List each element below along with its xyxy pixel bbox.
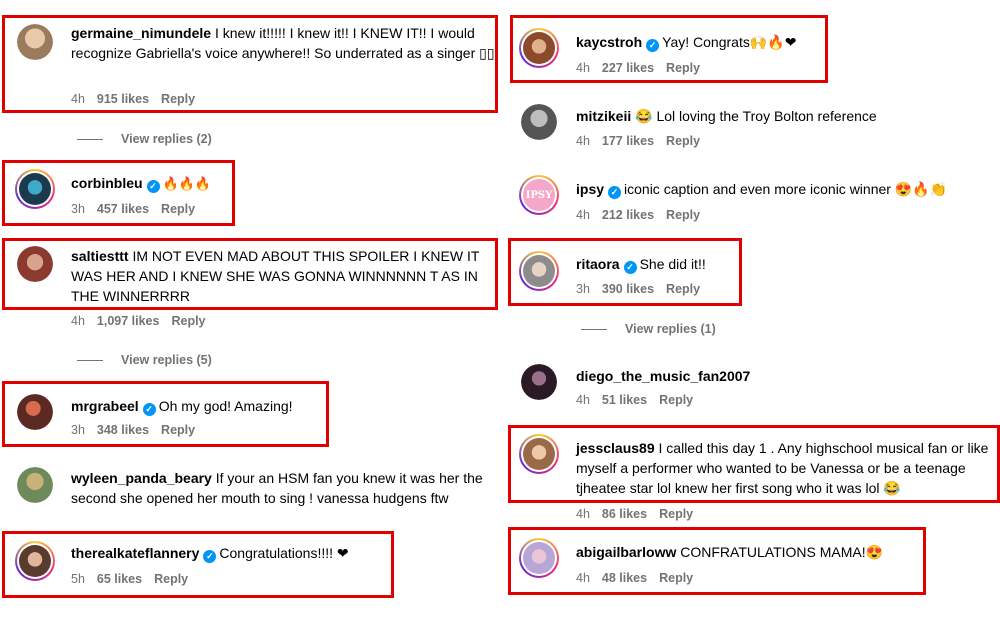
likes-count[interactable]: 65 likes [97,572,142,586]
username[interactable]: mitzikeii [576,108,631,124]
username[interactable]: ipsy [576,181,604,197]
timestamp[interactable]: 3h [576,282,590,296]
username[interactable]: corbinbleu [71,175,143,191]
verified-badge-icon: ✓ [203,550,217,563]
reply-button[interactable]: Reply [666,208,700,222]
comment-text: She did it!! [639,256,706,272]
comment-text: iconic caption and even more iconic winn… [624,181,948,197]
timestamp[interactable]: 4h [576,208,590,222]
comment-text: Oh my god! Amazing! [158,398,293,414]
timestamp[interactable]: 4h [576,134,590,148]
avatar[interactable]: IPSY [519,175,559,215]
view-replies-button[interactable]: View replies (5) [77,353,212,367]
avatar[interactable] [519,251,559,291]
view-replies-button[interactable]: View replies (1) [581,322,716,336]
verified-badge-icon: ✓ [142,403,156,416]
likes-count[interactable]: 390 likes [602,282,654,296]
likes-count[interactable]: 51 likes [602,393,647,407]
likes-count[interactable]: 212 likes [602,208,654,222]
reply-button[interactable]: Reply [161,202,195,216]
comment-text: IM NOT EVEN MAD ABOUT THIS SPOILER I KNE… [71,248,480,304]
username[interactable]: saltiesttt [71,248,129,264]
verified-badge-icon: ✓ [623,261,637,274]
likes-count[interactable]: 1,097 likes [97,314,160,328]
reply-button[interactable]: Reply [659,393,693,407]
username[interactable]: therealkateflannery [71,545,199,561]
comment-text: Congratulations!!!! ❤ [219,545,349,561]
reply-button[interactable]: Reply [161,423,195,437]
username[interactable]: jessclaus89 [576,440,655,456]
likes-count[interactable]: 348 likes [97,423,149,437]
avatar[interactable] [519,434,559,474]
likes-count[interactable]: 86 likes [602,507,647,521]
timestamp[interactable]: 5h [71,572,85,586]
timestamp[interactable]: 4h [576,393,590,407]
timestamp[interactable]: 4h [576,507,590,521]
highlight-box [2,531,394,598]
username[interactable]: germaine_nimundele [71,25,211,41]
avatar[interactable] [17,246,53,282]
comment-text: 🔥🔥🔥 [162,177,212,192]
timestamp[interactable]: 4h [576,61,590,75]
likes-count[interactable]: 177 likes [602,134,654,148]
timestamp[interactable]: 3h [71,423,85,437]
username[interactable]: abigailbarloww [576,544,676,560]
username[interactable]: mrgrabeel [71,398,139,414]
username[interactable]: wyleen_panda_beary [71,470,212,486]
reply-button[interactable]: Reply [171,314,205,328]
comment-text: 😂 Lol loving the Troy Bolton reference [635,108,877,124]
reply-button[interactable]: Reply [154,572,188,586]
avatar[interactable] [17,467,53,503]
likes-count[interactable]: 227 likes [602,61,654,75]
avatar[interactable] [521,364,557,400]
likes-count[interactable]: 457 likes [97,202,149,216]
likes-count[interactable]: 48 likes [602,571,647,585]
verified-badge-icon: ✓ [146,180,160,193]
comment-text: Yay! Congrats🙌🔥❤ [662,34,797,50]
comment-text: CONFRATULATIONS MAMA!😍 [680,544,884,560]
avatar[interactable] [521,104,557,140]
username[interactable]: diego_the_music_fan2007 [576,368,750,384]
avatar[interactable] [519,28,559,68]
likes-count[interactable]: 915 likes [97,92,149,106]
reply-button[interactable]: Reply [161,92,195,106]
avatar[interactable] [17,394,53,430]
username[interactable]: kaycstroh [576,34,642,50]
timestamp[interactable]: 4h [71,314,85,328]
verified-badge-icon: ✓ [646,39,660,52]
avatar[interactable] [15,541,55,581]
username[interactable]: ritaora [576,256,620,272]
timestamp[interactable]: 3h [71,202,85,216]
verified-badge-icon: ✓ [608,186,622,199]
reply-button[interactable]: Reply [659,571,693,585]
reply-button[interactable]: Reply [659,507,693,521]
avatar[interactable] [15,169,55,209]
reply-button[interactable]: Reply [666,61,700,75]
view-replies-button[interactable]: View replies (2) [77,132,212,146]
timestamp[interactable]: 4h [71,92,85,106]
avatar[interactable] [519,538,559,578]
avatar[interactable] [17,24,53,60]
reply-button[interactable]: Reply [666,282,700,296]
reply-button[interactable]: Reply [666,134,700,148]
timestamp[interactable]: 4h [576,571,590,585]
